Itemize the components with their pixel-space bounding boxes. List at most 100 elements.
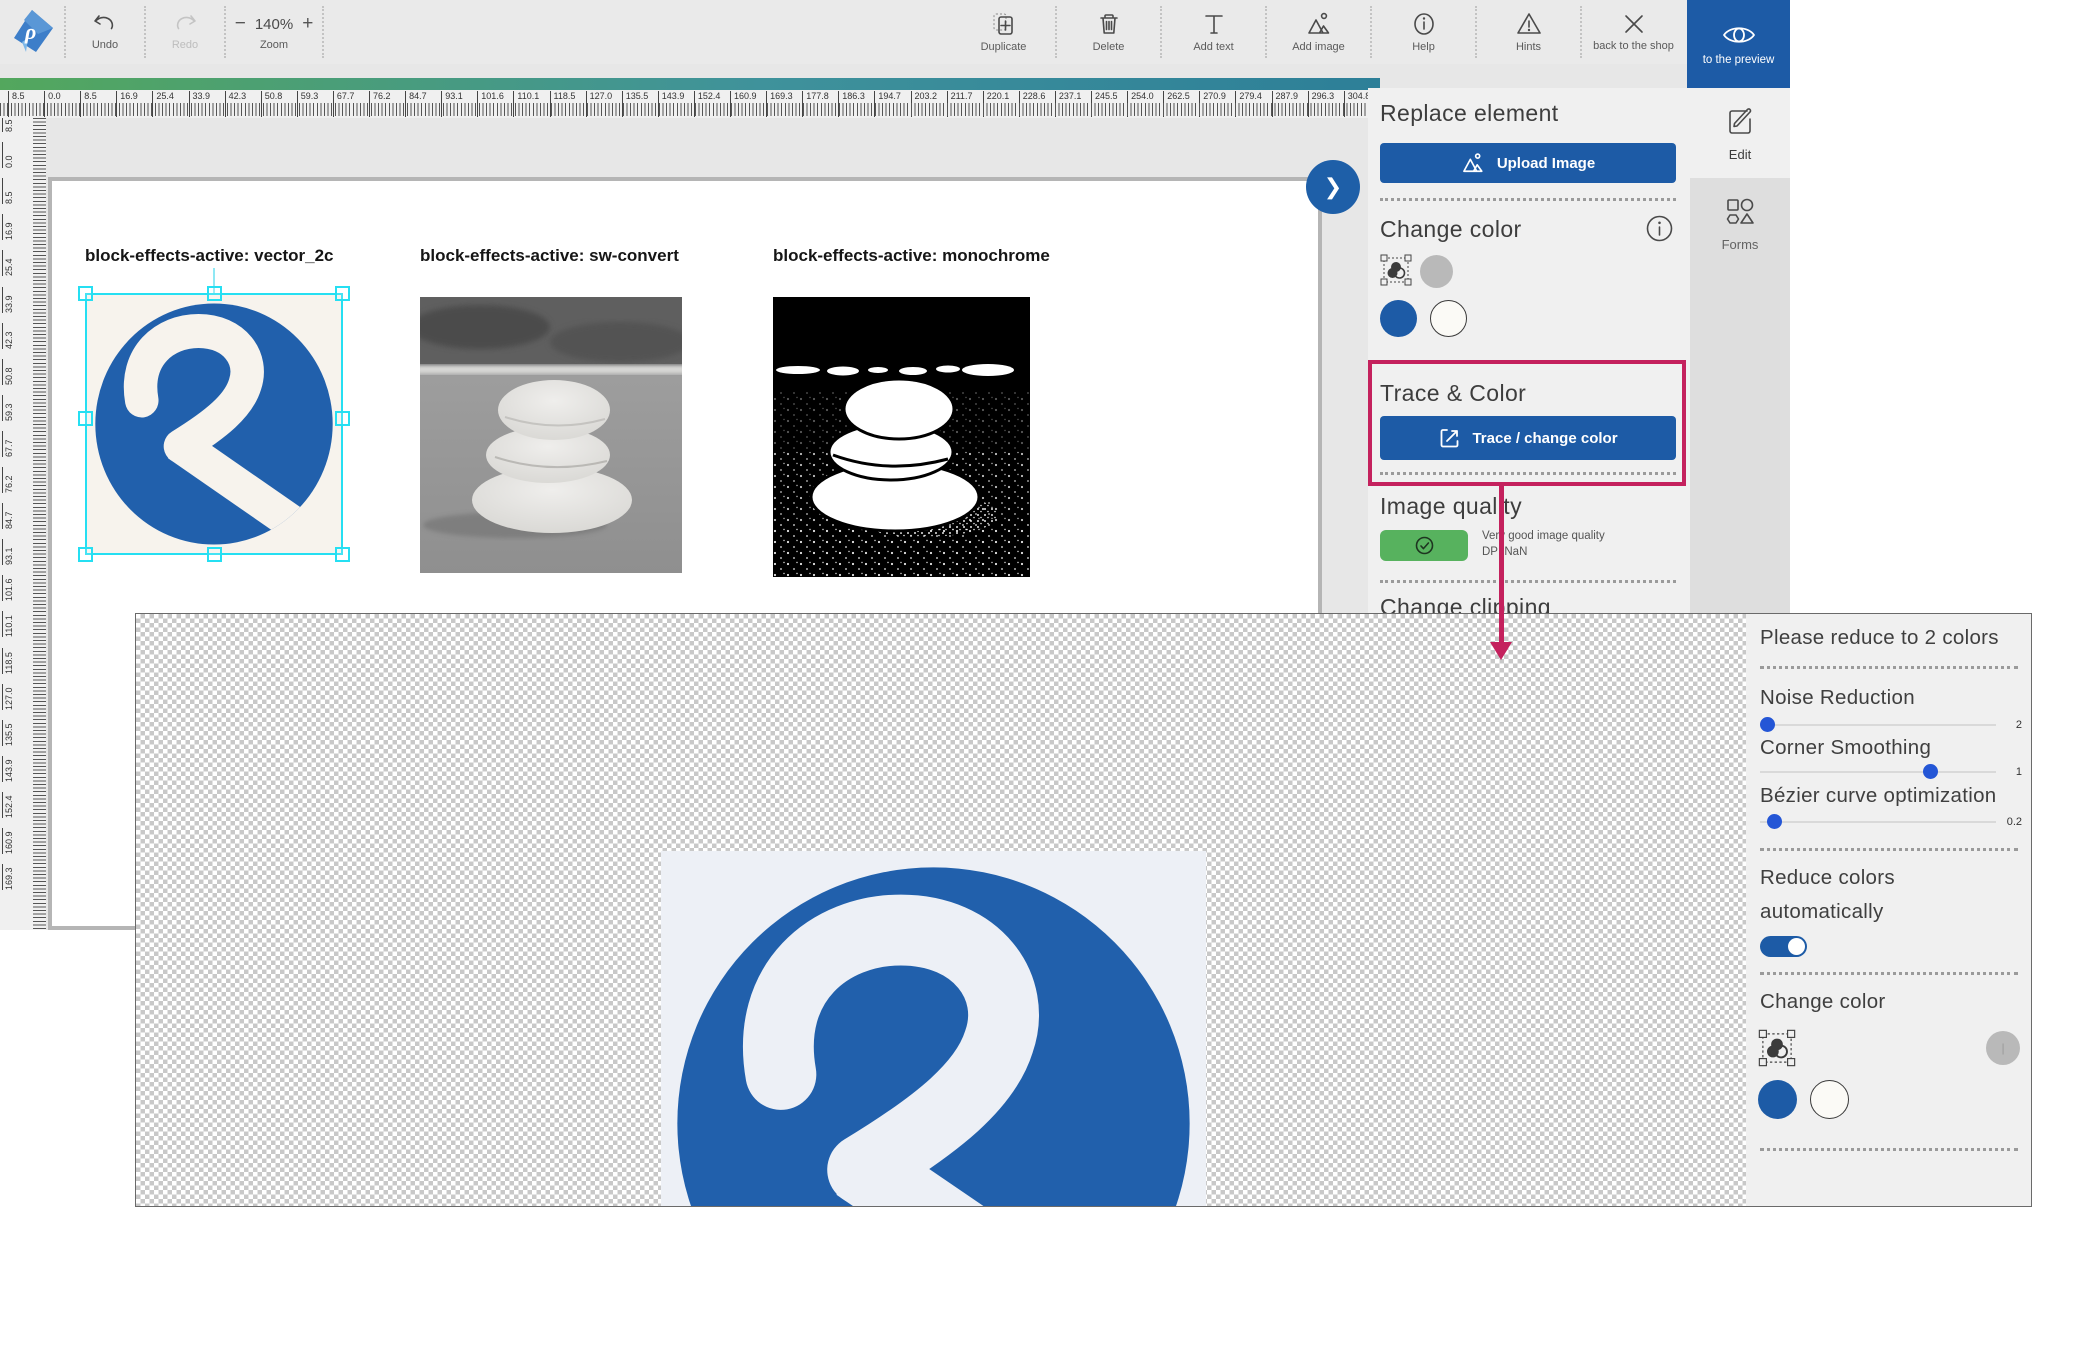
vertical-ruler: 8.50.08.516.925.433.942.350.859.367.776.…	[0, 118, 46, 930]
add-text-button[interactable]: Add text	[1162, 0, 1265, 64]
slider-track[interactable]	[1760, 771, 1996, 773]
delete-button[interactable]: Delete	[1057, 0, 1160, 64]
change-color-heading: Change color	[1380, 216, 1522, 243]
ruler-number: 67.7	[2, 431, 14, 457]
rotation-handle-line[interactable]	[213, 268, 215, 295]
add-image-label: Add image	[1292, 41, 1345, 53]
canvas-image-sw-convert[interactable]	[420, 297, 682, 573]
disabled-next-color-button[interactable]: |	[1986, 1031, 2020, 1065]
add-text-label: Add text	[1193, 41, 1233, 53]
ruler-number: 135.5	[2, 720, 14, 746]
color-group-icon[interactable]	[1380, 253, 1412, 287]
noise-reduction-value: 2	[1998, 719, 2022, 731]
to-preview-button[interactable]: to the preview	[1687, 0, 1790, 88]
upload-image-label: Upload Image	[1497, 155, 1595, 172]
reduce-colors-title: Please reduce to 2 colors	[1760, 626, 1999, 650]
slider-thumb[interactable]	[1923, 764, 1938, 779]
stones-mono-graphic	[773, 297, 1030, 577]
white-color-swatch[interactable]	[1430, 300, 1467, 337]
zoom-out-button[interactable]: −	[235, 13, 246, 35]
reduce-colors-toggle[interactable]	[1760, 936, 1807, 957]
panel-collapse-button[interactable]: ❯	[1306, 160, 1360, 214]
ruler-number: 8.5	[2, 118, 14, 132]
upload-image-button[interactable]: Upload Image	[1380, 143, 1676, 183]
trace-change-color-label: Trace / change color	[1472, 430, 1617, 447]
slider-thumb[interactable]	[1760, 717, 1775, 732]
undo-icon	[92, 13, 118, 35]
quality-badge	[1380, 530, 1468, 561]
popup-change-color-heading: Change color	[1760, 990, 1886, 1014]
noise-reduction-slider[interactable]	[1760, 717, 1996, 732]
add-image-button[interactable]: Add image	[1267, 0, 1370, 64]
check-circle-icon	[1415, 536, 1434, 555]
white-color-swatch[interactable]	[1810, 1080, 1849, 1119]
trace-settings-panel: Please reduce to 2 colors Noise Reductio…	[1746, 614, 2032, 1207]
ruler-number: 16.9	[2, 214, 14, 240]
help-label: Help	[1412, 41, 1435, 53]
panel-divider	[1380, 472, 1676, 475]
slider-track[interactable]	[1760, 724, 1996, 726]
zoom-label: Zoom	[260, 39, 288, 51]
slider-track[interactable]	[1760, 821, 1996, 823]
bezier-optimization-label: Bézier curve optimization	[1760, 784, 1997, 808]
ruler-number: 127.0	[2, 684, 14, 710]
tab-edit[interactable]: Edit	[1690, 88, 1790, 178]
printess-logo: ρ	[0, 0, 64, 64]
tab-forms[interactable]: Forms	[1690, 178, 1790, 268]
corner-smoothing-slider[interactable]	[1760, 764, 1996, 779]
hints-label: Hints	[1516, 41, 1541, 53]
ruler-number: 160.9	[2, 828, 14, 854]
trace-color-heading: Trace & Color	[1380, 380, 1526, 407]
duplicate-label: Duplicate	[981, 41, 1027, 53]
add-image-icon	[1305, 11, 1333, 37]
logo-2-graphic	[85, 293, 343, 555]
zoom-control: − 140% + Zoom	[226, 0, 322, 64]
blue-color-swatch[interactable]	[1380, 300, 1417, 337]
canvas-image-vector-2c[interactable]	[85, 293, 343, 555]
add-text-icon	[1201, 11, 1227, 37]
delete-icon	[1096, 11, 1122, 37]
corner-smoothing-value: 1	[1998, 766, 2022, 778]
info-button[interactable]	[1646, 215, 1673, 247]
quality-text-line2: DPI NaN	[1482, 544, 1605, 560]
zoom-in-button[interactable]: +	[302, 13, 313, 35]
canvas-image-monochrome[interactable]	[773, 297, 1030, 577]
logo-2-graphic-large	[661, 851, 1206, 1207]
quality-text-line1: Very good image quality	[1482, 528, 1605, 544]
info-icon	[1646, 215, 1673, 242]
undo-button[interactable]: Undo	[66, 0, 144, 64]
tab-forms-label: Forms	[1722, 237, 1759, 252]
back-to-shop-button[interactable]: back to the shop	[1582, 0, 1685, 64]
close-icon	[1622, 12, 1646, 36]
toggle-knob	[1788, 938, 1805, 955]
redo-icon	[172, 13, 198, 35]
popup-divider	[1760, 848, 2018, 851]
ruler-number: 42.3	[2, 323, 14, 349]
bezier-optimization-slider[interactable]	[1760, 814, 1996, 829]
trace-change-color-button[interactable]: Trace / change color	[1380, 416, 1676, 460]
hints-button[interactable]: Hints	[1477, 0, 1580, 64]
svg-text:ρ: ρ	[24, 19, 36, 44]
upload-image-icon	[1461, 152, 1487, 174]
horizontal-ruler: 8.50.08.516.925.433.942.350.859.367.776.…	[0, 90, 1380, 118]
gray-color-swatch[interactable]	[1420, 255, 1453, 288]
panel-divider	[1380, 580, 1676, 583]
ruler-ticks	[33, 118, 46, 930]
color-group-icon[interactable]	[1758, 1028, 1796, 1068]
ruler-number: 143.9	[2, 756, 14, 782]
trace-preview-image	[661, 851, 1206, 1207]
ruler-number: 110.1	[2, 611, 14, 637]
duplicate-button[interactable]: Duplicate	[952, 0, 1055, 64]
chevron-right-icon: ❯	[1324, 174, 1342, 200]
redo-button[interactable]: Redo	[146, 0, 224, 64]
help-icon	[1411, 11, 1437, 37]
top-toolbar: ρ Undo Redo − 140%	[0, 0, 1790, 64]
slider-thumb[interactable]	[1767, 814, 1782, 829]
blue-color-swatch[interactable]	[1758, 1080, 1797, 1119]
eye-icon	[1721, 22, 1757, 48]
corner-smoothing-label: Corner Smoothing	[1760, 736, 1931, 760]
toolbar-left-group: Undo Redo − 140% + Zoom	[66, 0, 324, 64]
help-button[interactable]: Help	[1372, 0, 1475, 64]
ruler-ticks	[0, 103, 1380, 116]
panel-divider	[1380, 198, 1676, 201]
